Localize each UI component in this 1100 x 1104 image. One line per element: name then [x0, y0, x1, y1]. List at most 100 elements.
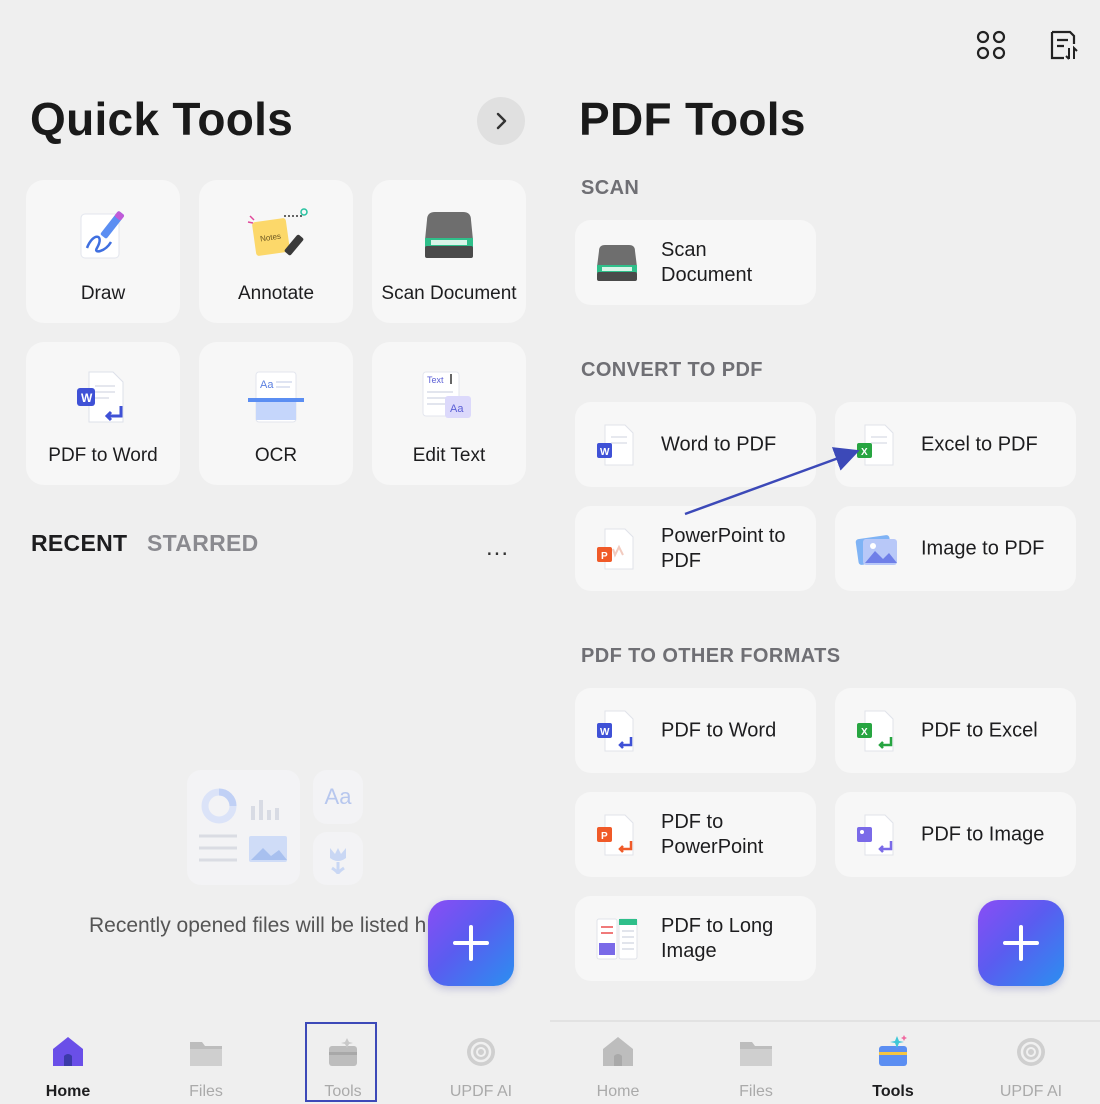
tool-word-to-pdf[interactable]: W Word to PDF — [575, 402, 816, 487]
nav-label: UPDF AI — [449, 1083, 513, 1100]
quick-tool-label: Annotate — [237, 283, 315, 304]
more-options-button[interactable]: ... — [486, 534, 509, 562]
nav-label: Home — [596, 1083, 640, 1100]
tool-powerpoint-to-pdf[interactable]: P PowerPoint to PDF — [575, 506, 816, 591]
section-scan: SCAN — [581, 177, 640, 199]
tool-image-to-pdf[interactable]: Image to PDF — [835, 506, 1076, 591]
powerpoint-doc-icon: P — [597, 528, 634, 570]
pdf-to-excel-icon: X — [857, 710, 894, 752]
tool-label: Excel to PDF — [921, 433, 1038, 455]
nav-label: Home — [45, 1083, 91, 1100]
nav-home[interactable]: Home — [563, 1032, 673, 1101]
tool-pdf-to-word[interactable]: W PDF to Word — [575, 688, 816, 773]
draw-icon — [80, 211, 124, 259]
quick-tool-edit-text[interactable]: Text Aa Edit Text — [372, 342, 526, 485]
ai-icon — [1017, 1038, 1045, 1066]
tab-starred[interactable]: STARRED — [147, 530, 259, 557]
pdf-to-word-icon: W — [597, 710, 634, 752]
nav-files[interactable]: Files — [151, 1032, 261, 1101]
nav-updf-ai[interactable]: UPDF AI — [426, 1032, 536, 1101]
svg-text:X: X — [861, 447, 868, 458]
pdf-to-image-icon — [857, 814, 894, 856]
svg-text:W: W — [600, 727, 610, 738]
bottom-navigation: Home Files Tools UPDF AI — [550, 1020, 1100, 1104]
toolbox-icon — [879, 1035, 907, 1066]
ocr-icon: Aa — [248, 371, 304, 423]
tool-pdf-to-excel[interactable]: X PDF to Excel — [835, 688, 1076, 773]
tool-label: PDF to Image — [921, 823, 1045, 845]
scanner-icon — [597, 245, 637, 281]
section-convert-to-pdf: CONVERT TO PDF — [581, 359, 763, 381]
section-pdf-to-other-formats: PDF TO OTHER FORMATS — [581, 645, 841, 667]
pdf-to-long-image-icon — [596, 918, 638, 960]
chevron-right-icon — [496, 112, 507, 130]
nav-label: Files — [189, 1083, 223, 1100]
tool-label: Word to PDF — [661, 433, 777, 455]
chart-illustration-icon — [199, 788, 287, 862]
empty-state-illustration — [187, 770, 300, 885]
edit-text-icon: Text Aa — [422, 371, 471, 418]
svg-text:P: P — [601, 831, 608, 842]
flower-icon — [330, 848, 346, 875]
tool-pdf-to-long-image[interactable]: PDF to Long Image — [575, 896, 816, 981]
image-doc-icon — [855, 535, 897, 565]
scanner-icon — [425, 212, 473, 258]
home-icon — [603, 1037, 633, 1066]
tool-excel-to-pdf[interactable]: X Excel to PDF — [835, 402, 1076, 487]
tool-pdf-to-image[interactable]: PDF to Image — [835, 792, 1076, 877]
nav-home[interactable]: Home — [13, 1032, 123, 1101]
quick-tools-screen: Quick Tools Draw Notes Annotate Scan Doc… — [0, 0, 550, 1104]
quick-tool-scan-document[interactable]: Scan Document — [372, 180, 526, 323]
pdf-to-powerpoint-icon: P — [597, 814, 634, 856]
pdf-tools-screen: PDF Tools SCAN Scan Document CONVERT TO … — [550, 0, 1100, 1104]
grid-view-icon[interactable] — [974, 28, 1008, 62]
bottom-navigation: Home Files Tools UPDF AI — [0, 1020, 550, 1104]
pdf-to-word-icon: W — [77, 371, 124, 423]
excel-doc-icon: X — [857, 424, 894, 466]
quick-tool-label: Draw — [80, 283, 126, 304]
tab-recent[interactable]: RECENT — [31, 530, 127, 557]
quick-tool-annotate[interactable]: Notes Annotate — [199, 180, 353, 323]
nav-files[interactable]: Files — [701, 1032, 811, 1101]
folder-icon — [190, 1042, 222, 1066]
tool-label: Scan Document — [661, 238, 753, 286]
page-title: PDF Tools — [579, 93, 806, 145]
quick-tool-draw[interactable]: Draw — [26, 180, 180, 323]
tool-label: PDF to Excel — [921, 719, 1038, 741]
svg-text:W: W — [81, 391, 93, 405]
tool-label: PDF to Long Image — [661, 914, 774, 962]
tool-label: PDF to PowerPoint — [661, 810, 764, 858]
tool-scan-document[interactable]: Scan Document — [575, 220, 816, 305]
edit-text-sticker: Text — [427, 375, 444, 385]
svg-text:X: X — [861, 727, 868, 738]
empty-state-flower — [313, 832, 363, 885]
quick-tool-label: PDF to Word — [48, 445, 158, 466]
add-fab-button[interactable] — [428, 900, 514, 986]
empty-state-text-glyph: Aa — [313, 770, 363, 824]
svg-text:P: P — [601, 551, 608, 562]
nav-tools[interactable]: Tools — [838, 1032, 948, 1101]
plus-icon — [1003, 925, 1039, 961]
word-doc-icon: W — [597, 424, 634, 466]
annotate-icon: Notes — [247, 208, 308, 256]
nav-label: UPDF AI — [999, 1083, 1063, 1100]
tools-highlight-box — [305, 1022, 377, 1102]
ocr-sticker-text: Aa — [260, 379, 274, 391]
svg-text:W: W — [600, 447, 610, 458]
home-icon — [53, 1037, 83, 1066]
quick-tool-label: OCR — [254, 445, 298, 466]
add-fab-button[interactable] — [978, 900, 1064, 986]
quick-tool-label: Scan Document — [381, 283, 517, 304]
tool-label: Image to PDF — [921, 537, 1045, 559]
see-all-tools-button[interactable] — [477, 97, 525, 145]
tool-pdf-to-powerpoint[interactable]: P PDF to PowerPoint — [575, 792, 816, 877]
nav-label: Tools — [872, 1083, 914, 1100]
sort-document-icon[interactable] — [1046, 28, 1080, 62]
quick-tool-ocr[interactable]: Aa OCR — [199, 342, 353, 485]
folder-icon — [740, 1042, 772, 1066]
quick-tool-label: Edit Text — [412, 445, 486, 466]
tool-label: PDF to Word — [661, 719, 777, 741]
tool-label: PowerPoint to PDF — [661, 524, 786, 572]
nav-updf-ai[interactable]: UPDF AI — [976, 1032, 1086, 1101]
quick-tool-pdf-to-word[interactable]: W PDF to Word — [26, 342, 180, 485]
